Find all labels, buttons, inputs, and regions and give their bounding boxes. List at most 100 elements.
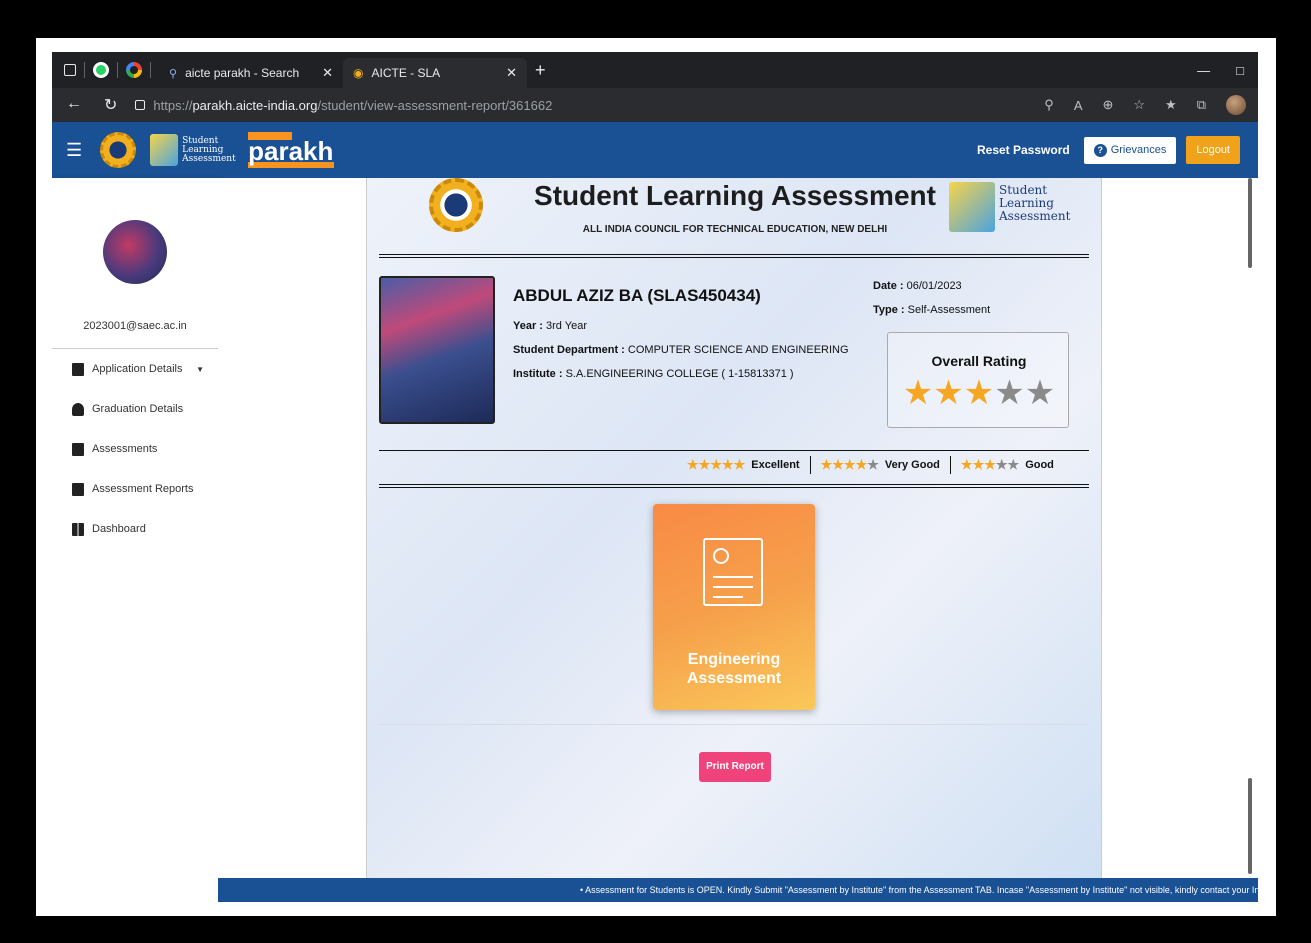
student-name: ABDUL AZIZ BA (SLAS450434): [513, 286, 761, 305]
sidebar-item-label: Dashboard: [92, 523, 146, 535]
star-filled-icon: ★: [698, 457, 711, 472]
star-filled-icon: ★: [832, 457, 844, 472]
tab-search[interactable]: ⚲ aicte parakh - Search ✕: [159, 58, 343, 88]
divider: [150, 62, 151, 78]
menu-icon[interactable]: ☰: [66, 140, 82, 161]
star-empty-icon: ★: [995, 457, 1008, 472]
star-empty-icon: ★: [1007, 457, 1020, 472]
close-icon[interactable]: ✕: [506, 65, 517, 81]
profile-icon[interactable]: [1226, 95, 1246, 115]
star-filled-icon: ★: [855, 457, 868, 472]
sidebar-item-assessments[interactable]: Assessments: [52, 429, 218, 469]
rating-legend: ★★★★★ Excellent ★★★★★ Very Good ★★★★★ Go…: [687, 456, 1054, 474]
star-filled-icon: ★: [963, 374, 995, 412]
browser-tab-bar: ⚲ aicte parakh - Search ✕ ◉ AICTE - SLA …: [52, 52, 1258, 88]
sidebar: 2023001@saec.ac.in Application Details ▼…: [52, 178, 218, 902]
file-icon: [72, 362, 84, 376]
divider: [379, 484, 1089, 485]
url-host: parakh.aicte-india.org: [192, 97, 318, 113]
divider: [379, 254, 1089, 255]
caret-down-icon: ▼: [196, 364, 204, 374]
sidebar-item-label: Application Details: [92, 363, 183, 375]
avatar: [103, 220, 167, 284]
refresh-icon[interactable]: ↻: [104, 95, 117, 115]
sidebar-item-graduation-details[interactable]: Graduation Details: [52, 389, 218, 429]
star-filled-icon: ★: [710, 457, 722, 472]
user-email: 2023001@saec.ac.in: [83, 320, 187, 332]
student-year: Year : 3rd Year: [513, 320, 588, 332]
star-filled-icon: ★: [843, 457, 856, 472]
parakh-logo: parakh: [248, 132, 335, 168]
sidebar-item-assessment-reports[interactable]: Assessment Reports: [52, 469, 218, 509]
read-aloud-icon[interactable]: A: [1074, 98, 1083, 113]
student-institute: Institute : S.A.ENGINEERING COLLEGE ( 1-…: [513, 368, 794, 380]
tab-title: aicte parakh - Search: [185, 66, 300, 80]
aicte-favicon-icon: ◉: [353, 66, 364, 80]
close-icon[interactable]: ✕: [322, 65, 333, 81]
star-filled-icon: ★: [984, 457, 996, 472]
report-type: Type : Self-Assessment: [873, 304, 991, 316]
url-field[interactable]: https://parakh.aicte-india.org/student/v…: [135, 98, 552, 113]
tab-aicte-sla[interactable]: ◉ AICTE - SLA ✕: [343, 58, 527, 88]
whatsapp-icon[interactable]: [93, 62, 109, 78]
star-filled-icon: ★: [721, 457, 734, 472]
scrollbar-thumb[interactable]: [1248, 178, 1252, 268]
grievances-button[interactable]: ? Grievances: [1083, 136, 1177, 164]
graduation-cap-icon: [72, 402, 84, 416]
minimize-icon[interactable]: —: [1197, 63, 1210, 78]
sidebar-item-label: Graduation Details: [92, 403, 184, 415]
sidebar-item-dashboard[interactable]: Dashboard: [52, 509, 218, 549]
collections-icon[interactable]: ⧉: [1197, 97, 1206, 113]
scrollbar[interactable]: [1244, 178, 1258, 878]
engineering-assessment-card[interactable]: Engineering Assessment: [653, 504, 815, 710]
key-icon[interactable]: ⚲: [1044, 97, 1054, 113]
star-filled-icon: ★: [960, 457, 973, 472]
scrollbar-thumb[interactable]: [1248, 778, 1252, 874]
student-photo: [379, 276, 495, 424]
sla-logo-text: Student Learning Assessment: [182, 135, 236, 164]
favorite-icon[interactable]: ☆: [1133, 97, 1145, 113]
nav-buttons: ← ↻: [66, 95, 117, 115]
restore-icon[interactable]: □: [1236, 63, 1244, 78]
header-actions: Reset Password ? Grievances Logout: [977, 136, 1240, 164]
logout-button[interactable]: Logout: [1186, 136, 1240, 164]
reset-password-link[interactable]: Reset Password: [977, 143, 1070, 157]
divider: [379, 257, 1089, 258]
clipboard-check-icon: [72, 482, 84, 496]
app-header: ☰ Student Learning Assessment parakh Res…: [52, 122, 1258, 178]
url-scheme: https://: [153, 97, 193, 113]
overall-rating-label: Overall Rating: [931, 353, 1027, 369]
lock-icon[interactable]: [135, 100, 146, 110]
tab-actions-icon[interactable]: [64, 64, 76, 76]
divider: [379, 487, 1089, 488]
sla-logo: [150, 134, 179, 166]
browser-toolbar: ⚲ A ⊕ ☆ ★ ⧉: [1044, 95, 1246, 115]
sidebar-item-application-details[interactable]: Application Details ▼: [52, 349, 218, 389]
assessment-checklist-icon: [703, 538, 763, 606]
student-department: Student Department : COMPUTER SCIENCE AN…: [513, 344, 849, 356]
google-icon[interactable]: [126, 62, 142, 78]
search-icon: ⚲: [169, 67, 178, 80]
print-report-button[interactable]: Print Report: [699, 752, 771, 782]
sidebar-menu: Application Details ▼ Graduation Details…: [52, 348, 218, 549]
new-tab-icon[interactable]: +: [535, 60, 546, 81]
divider: [949, 456, 951, 474]
divider: [379, 450, 1089, 451]
favorites-list-icon[interactable]: ★: [1165, 97, 1177, 113]
legend-stars-3: ★★★★★: [961, 457, 1019, 473]
zoom-icon[interactable]: ⊕: [1102, 97, 1113, 113]
tab-title: AICTE - SLA: [371, 66, 441, 80]
legend-label: Good: [1025, 459, 1054, 471]
help-icon: ?: [1093, 143, 1107, 157]
parakh-logo-word: parakh: [248, 136, 334, 166]
star-empty-icon: ★: [994, 374, 1025, 412]
divider: [379, 724, 1089, 725]
announcement-ticker: • Assessment for Students is OPEN. Kindl…: [218, 878, 1258, 902]
overall-rating-box: Overall Rating ★★★★★: [887, 332, 1069, 428]
report-card: Student Learning Assessment ALL INDIA CO…: [366, 178, 1102, 878]
sidebar-item-label: Assessments: [92, 443, 158, 455]
back-icon[interactable]: ←: [66, 95, 82, 115]
aicte-logo: [100, 132, 137, 168]
star-filled-icon: ★: [972, 457, 985, 472]
dashboard-icon: [72, 522, 84, 536]
